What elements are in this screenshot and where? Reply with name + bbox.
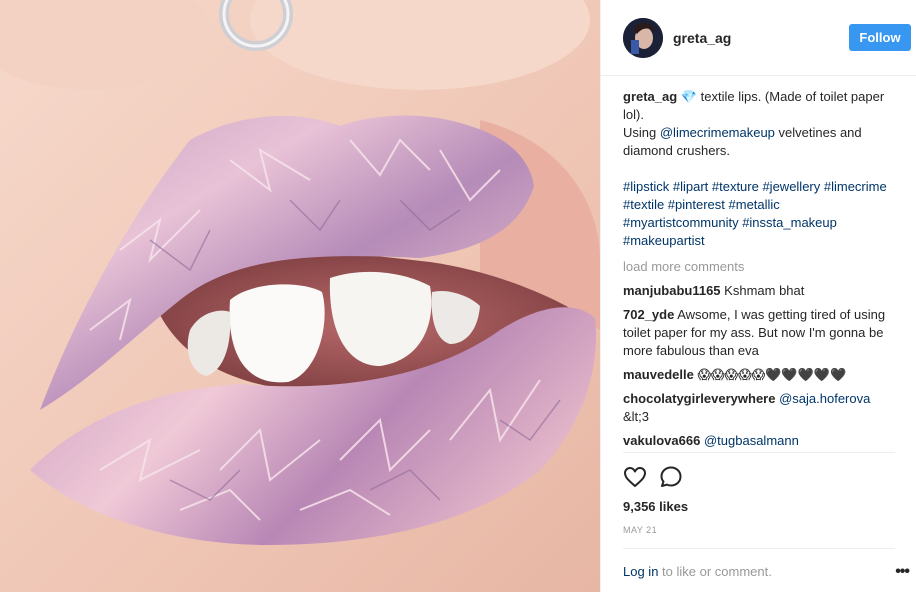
comment-item: manjubabu1165 Kshmam bhat — [623, 282, 893, 300]
post-header: greta_ag Follow — [601, 0, 916, 76]
load-more-comments-link[interactable]: load more comments — [623, 258, 893, 276]
caption-hashtags[interactable]: #lipstick #lipart #texture #jewellery #l… — [623, 178, 893, 250]
comment-username[interactable]: vakulova666 — [623, 433, 700, 448]
login-prompt-text: to like or comment. — [658, 564, 772, 579]
comment-mention[interactable]: @tugbasalmann — [704, 433, 799, 448]
comment-item: 702_yde Awsome, I was getting tired of u… — [623, 306, 893, 360]
post-container: greta_ag Follow greta_ag 💎 textile lips.… — [0, 0, 916, 592]
action-bar — [623, 452, 895, 506]
comment-text: 😱😱😱😱😱🖤🖤🖤🖤🖤 — [697, 367, 847, 382]
post-date: MAY 21 — [623, 525, 658, 535]
caption-username[interactable]: greta_ag — [623, 89, 677, 104]
caption-text-2-pre: Using — [623, 125, 660, 140]
comment-text: Kshmam bhat — [724, 283, 805, 298]
follow-button[interactable]: Follow — [849, 24, 911, 51]
comment-item: chocolatygirleverywhere @saja.hoferova &… — [623, 390, 893, 426]
caption: greta_ag 💎 textile lips. (Made of toilet… — [623, 88, 893, 250]
comment-item: vakulova666 @tugbasalmann — [623, 432, 893, 450]
gem-icon: 💎 — [680, 89, 698, 104]
comment-text: &lt;3 — [623, 409, 650, 424]
comment-item: mauvedelle 😱😱😱😱😱🖤🖤🖤🖤🖤 — [623, 366, 893, 384]
header-username[interactable]: greta_ag — [673, 30, 731, 46]
login-link[interactable]: Log in — [623, 564, 658, 579]
login-prompt: Log in to like or comment. — [623, 564, 772, 579]
comment-mention[interactable]: @saja.hoferova — [779, 391, 870, 406]
comment-username[interactable]: chocolatygirleverywhere — [623, 391, 775, 406]
comment-username[interactable]: 702_yde — [623, 307, 674, 322]
heart-icon[interactable] — [623, 465, 647, 489]
speech-bubble-icon[interactable] — [659, 465, 683, 489]
avatar[interactable] — [623, 17, 663, 58]
action-icons — [623, 465, 683, 489]
lips-photo-illustration — [0, 0, 600, 592]
comment-username[interactable]: mauvedelle — [623, 367, 694, 382]
avatar-image — [623, 17, 663, 58]
more-options-icon[interactable]: ••• — [895, 563, 910, 581]
comments-section: greta_ag 💎 textile lips. (Made of toilet… — [623, 88, 893, 456]
post-sidebar: greta_ag Follow greta_ag 💎 textile lips.… — [600, 0, 916, 592]
likes-count[interactable]: 9,356 likes — [623, 499, 688, 514]
comment-username[interactable]: manjubabu1165 — [623, 283, 721, 298]
caption-mention[interactable]: @limecrimemakeup — [660, 125, 775, 140]
comment-footer: Log in to like or comment. ••• — [623, 548, 910, 592]
post-photo[interactable] — [0, 0, 600, 592]
